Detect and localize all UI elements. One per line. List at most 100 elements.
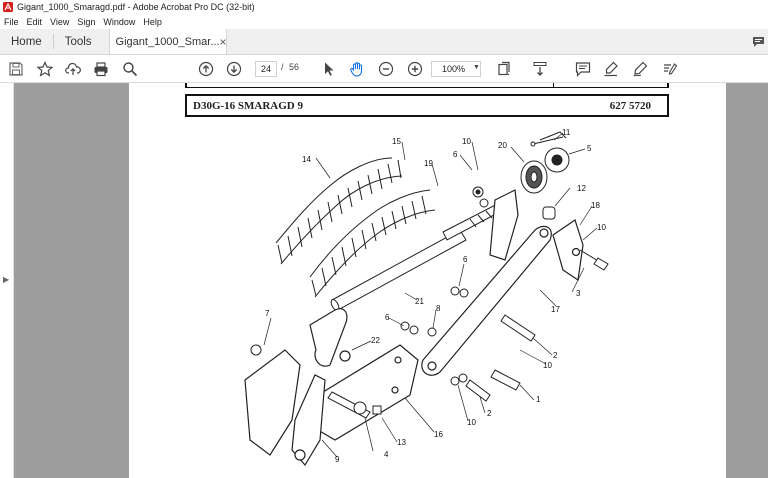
page-separator: / bbox=[281, 62, 284, 72]
callout-10b: 10 bbox=[597, 223, 606, 232]
callout-2b: 2 bbox=[487, 409, 492, 418]
zoom-in-button[interactable] bbox=[405, 59, 425, 79]
bookmark-star-button[interactable] bbox=[35, 59, 55, 79]
menu-bar: File Edit View Sign Window Help bbox=[0, 14, 768, 29]
hand-icon bbox=[350, 62, 363, 77]
callout-2a: 2 bbox=[553, 351, 558, 360]
chevron-down-icon[interactable]: ▼ bbox=[473, 64, 480, 71]
title-bar: Gigant_1000_Smaragd.pdf - Adobe Acrobat … bbox=[0, 0, 768, 14]
part-14-spring bbox=[275, 157, 403, 265]
fit-page-icon bbox=[498, 61, 510, 76]
expand-panel-icon[interactable]: ▶ bbox=[3, 275, 9, 284]
menu-window[interactable]: Window bbox=[103, 17, 135, 27]
callout-10d: 10 bbox=[467, 418, 476, 427]
callout-12: 12 bbox=[577, 184, 586, 193]
comment-button[interactable] bbox=[573, 59, 593, 79]
page-number-input[interactable]: 24 bbox=[255, 61, 277, 77]
callout-19: 19 bbox=[424, 159, 433, 168]
part-3-bolt bbox=[579, 249, 609, 271]
scroll-mode-icon bbox=[533, 62, 547, 76]
select-tool-button[interactable] bbox=[319, 59, 339, 79]
comment-icon bbox=[575, 62, 591, 77]
part-number: 627 5720 bbox=[609, 100, 651, 112]
cloud-upload-icon bbox=[65, 62, 81, 75]
minus-circle-icon bbox=[378, 61, 394, 77]
callout-3: 3 bbox=[576, 289, 581, 298]
part-1-bolt bbox=[490, 369, 521, 391]
callout-1: 1 bbox=[536, 395, 541, 404]
left-navigation-panel: ▶ bbox=[0, 83, 14, 478]
tab-document-label: Gigant_1000_Smar... bbox=[115, 35, 220, 48]
part-13-fitting bbox=[372, 405, 382, 415]
scroll-mode-button[interactable] bbox=[530, 59, 550, 79]
callout-6a: 6 bbox=[453, 150, 458, 159]
comment-icon bbox=[752, 36, 764, 47]
upload-cloud-button[interactable] bbox=[63, 59, 83, 79]
part-5-gear bbox=[539, 131, 570, 173]
table-border bbox=[185, 87, 669, 88]
part-12-bushing bbox=[542, 206, 556, 220]
callout-20: 20 bbox=[498, 141, 507, 150]
save-icon bbox=[9, 62, 23, 76]
star-icon bbox=[37, 61, 53, 77]
find-button[interactable] bbox=[120, 59, 140, 79]
highlight-button[interactable] bbox=[601, 59, 621, 79]
callout-6c: 6 bbox=[385, 313, 390, 322]
part-9-plate bbox=[244, 349, 326, 467]
search-icon bbox=[123, 62, 138, 77]
tab-tools[interactable]: Tools bbox=[54, 29, 103, 54]
page-fit-button[interactable] bbox=[494, 59, 514, 79]
toolbar: 24 / 56 100% ▼ bbox=[0, 55, 768, 83]
arrow-down-circle-icon bbox=[226, 61, 242, 77]
callout-14: 14 bbox=[302, 155, 311, 164]
part-22-clevis bbox=[309, 308, 351, 367]
callout-22: 22 bbox=[371, 336, 380, 345]
arrow-up-circle-icon bbox=[198, 61, 214, 77]
callout-6b: 6 bbox=[463, 255, 468, 264]
acrobat-app-icon bbox=[3, 2, 13, 12]
callout-4: 4 bbox=[384, 450, 389, 459]
page-total: 56 bbox=[289, 62, 300, 72]
callout-5: 5 bbox=[587, 144, 592, 153]
zoom-out-button[interactable] bbox=[376, 59, 396, 79]
exploded-parts-diagram: 14 15 19 10 6 20 11 5 12 18 10 3 17 2 10… bbox=[244, 128, 609, 467]
part-10-nut bbox=[472, 186, 489, 208]
fill-sign-icon bbox=[664, 63, 678, 75]
menu-help[interactable]: Help bbox=[143, 17, 162, 27]
plus-circle-icon bbox=[407, 61, 423, 77]
tab-home[interactable]: Home bbox=[0, 29, 53, 54]
callout-7: 7 bbox=[265, 309, 270, 318]
part-18-bracket bbox=[552, 219, 584, 282]
tab-document[interactable]: Gigant_1000_Smar... × bbox=[108, 29, 227, 54]
callout-18: 18 bbox=[591, 201, 600, 210]
sign-button[interactable] bbox=[630, 59, 650, 79]
callout-11: 11 bbox=[562, 128, 571, 137]
previous-page-button[interactable] bbox=[196, 59, 216, 79]
printer-icon bbox=[94, 62, 108, 77]
parts-header-box: D30G-16 SMARAGD 9 627 5720 bbox=[185, 94, 669, 117]
close-tab-icon[interactable]: × bbox=[220, 35, 227, 49]
print-button[interactable] bbox=[91, 59, 111, 79]
callout-17: 17 bbox=[551, 305, 560, 314]
next-page-button[interactable] bbox=[224, 59, 244, 79]
menu-file[interactable]: File bbox=[4, 17, 19, 27]
model-name: D30G-16 SMARAGD 9 bbox=[193, 100, 303, 112]
menu-view[interactable]: View bbox=[50, 17, 69, 27]
hand-tool-button[interactable] bbox=[347, 59, 367, 79]
menu-sign[interactable]: Sign bbox=[77, 17, 95, 27]
menu-edit[interactable]: Edit bbox=[27, 17, 43, 27]
comment-panel-button[interactable] bbox=[748, 29, 768, 54]
fill-sign-button[interactable] bbox=[660, 59, 680, 79]
callout-21: 21 bbox=[415, 297, 424, 306]
tab-bar: Home Tools Gigant_1000_Smar... × bbox=[0, 29, 768, 55]
highlighter-pen-icon bbox=[604, 61, 618, 77]
cursor-arrow-icon bbox=[325, 62, 334, 76]
bracket-left-of-17 bbox=[489, 189, 519, 261]
callout-13: 13 bbox=[397, 438, 406, 447]
part-21-rod bbox=[330, 229, 467, 311]
save-button[interactable] bbox=[6, 59, 26, 79]
callout-16: 16 bbox=[434, 430, 443, 439]
callout-10c: 10 bbox=[543, 361, 552, 370]
callout-8: 8 bbox=[436, 304, 441, 313]
callout-10a: 10 bbox=[462, 137, 471, 146]
